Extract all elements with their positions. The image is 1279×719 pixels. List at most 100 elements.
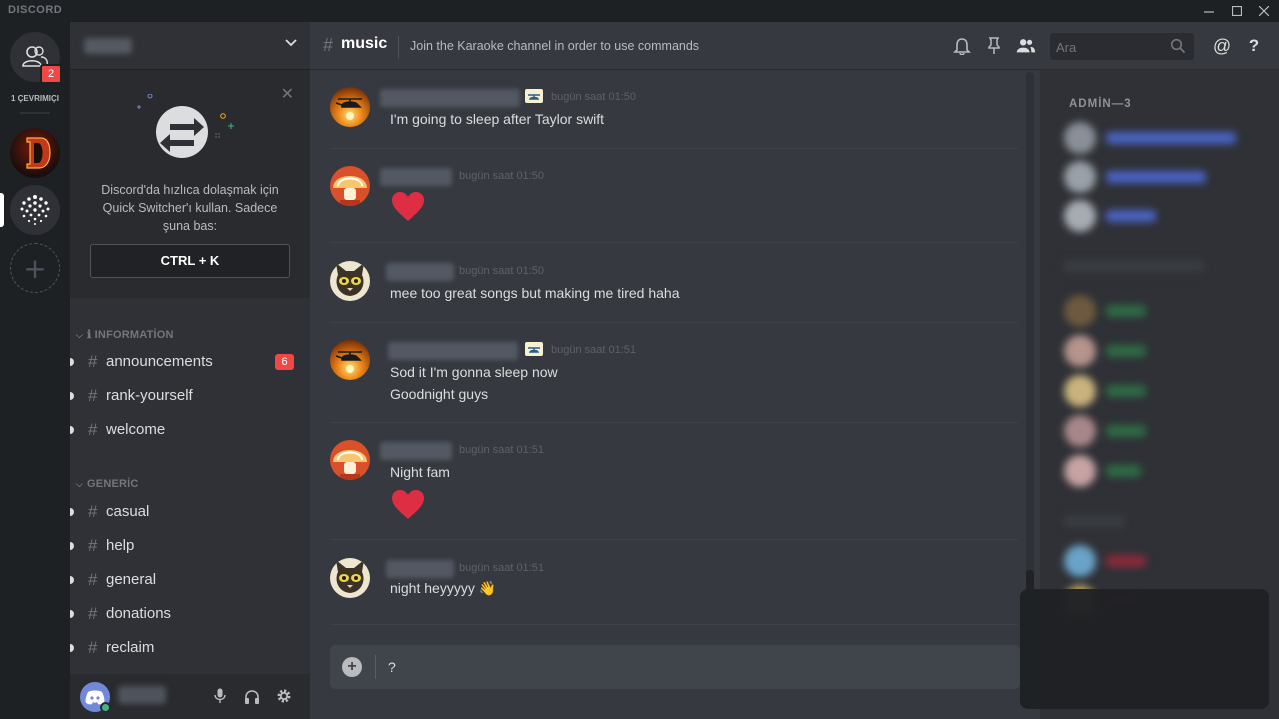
channel-reclaim[interactable]: # reclaim: [70, 633, 310, 663]
help-icon: ?: [1248, 36, 1260, 55]
cat-avatar-icon: [330, 558, 370, 598]
server-header[interactable]: [70, 22, 310, 70]
hash-icon: #: [88, 604, 98, 623]
avatar[interactable]: [330, 261, 370, 301]
server-iota[interactable]: [10, 185, 60, 235]
minimize-button[interactable]: [1197, 0, 1221, 22]
category-generic[interactable]: ⌵ GENERİC: [76, 478, 139, 490]
member-item[interactable]: [1064, 455, 1264, 489]
mute-button[interactable]: [210, 686, 230, 706]
avatar[interactable]: [330, 440, 370, 480]
mention-badge: 6: [275, 354, 294, 370]
microphone-icon: [214, 688, 226, 703]
unread-indicator: [70, 576, 74, 584]
mention-icon: @: [1212, 35, 1232, 56]
avatar[interactable]: [330, 87, 370, 127]
heart-emoji-icon: [392, 192, 424, 221]
channel-name: general: [106, 571, 157, 588]
category-label: GENERİC: [87, 478, 139, 490]
message-text: mee too great songs but making me tired …: [390, 285, 680, 301]
channel-donations[interactable]: # donations: [70, 599, 310, 629]
channel-name: announcements: [106, 353, 213, 370]
gear-icon: [277, 689, 291, 703]
hash-icon: #: [88, 420, 98, 439]
unread-indicator: [70, 358, 74, 366]
channel-general[interactable]: # general: [70, 565, 310, 595]
username-redacted[interactable]: [380, 89, 520, 107]
member-item[interactable]: [1064, 295, 1264, 329]
server-diablo[interactable]: [10, 128, 60, 178]
overlay-panel: [1020, 589, 1269, 709]
message-text: Sod it I'm gonna sleep now: [390, 364, 558, 380]
quick-switcher-shortcut[interactable]: CTRL + K: [90, 244, 290, 278]
add-server-button[interactable]: +: [10, 243, 60, 293]
search-box[interactable]: [1050, 33, 1194, 60]
member-item[interactable]: [1064, 122, 1264, 156]
channel-help[interactable]: # help: [70, 531, 310, 561]
helicopter-avatar-icon: [330, 87, 370, 127]
member-list-button[interactable]: [1014, 35, 1036, 57]
channel-casual[interactable]: # casual: [70, 497, 310, 527]
username-redacted[interactable]: [386, 263, 454, 281]
message-text: Goodnight guys: [390, 386, 489, 402]
pinned-messages-button[interactable]: [983, 35, 1005, 57]
search-input[interactable]: [1056, 38, 1166, 56]
upload-button[interactable]: +: [342, 657, 362, 677]
message-text: night heyyyyy 👋: [390, 580, 497, 596]
message-divider: [330, 148, 1018, 149]
notification-badge: 2: [40, 64, 62, 84]
message-list: bugün saat 01:50 I'm going to sleep afte…: [310, 70, 1020, 640]
timestamp: bugün saat 01:50: [551, 91, 637, 103]
message-divider: [330, 624, 1018, 625]
members-icon: [1016, 39, 1036, 53]
hash-icon: #: [88, 638, 98, 657]
avatar[interactable]: [330, 340, 370, 380]
chevron-down-icon: ⌵: [76, 479, 84, 489]
help-button[interactable]: ?: [1243, 35, 1265, 57]
app-brand: DISCORD: [8, 4, 63, 16]
member-item[interactable]: [1064, 545, 1264, 579]
mushroom-avatar-icon: [330, 166, 370, 206]
username-redacted[interactable]: [386, 560, 454, 578]
channel-announcements[interactable]: # announcements 6: [70, 347, 310, 377]
close-tip-button[interactable]: ✕: [281, 84, 294, 103]
member-item[interactable]: [1064, 335, 1264, 369]
hash-icon: #: [88, 352, 98, 371]
pin-icon: [988, 37, 1000, 54]
mentions-button[interactable]: @: [1211, 35, 1233, 57]
username-redacted[interactable]: [380, 168, 452, 186]
channel-name: casual: [106, 503, 150, 520]
unread-indicator: [70, 392, 74, 400]
message-composer: +: [330, 645, 1020, 689]
discord-window: DISCORD 2 1 ÇEVRIMIÇI + ✕ Discord'da hız…: [0, 0, 1279, 719]
deafen-button[interactable]: [242, 686, 262, 706]
close-window-button[interactable]: [1252, 0, 1276, 22]
message-divider: [330, 539, 1018, 540]
message-divider: [330, 242, 1018, 243]
member-item[interactable]: [1064, 415, 1264, 449]
message-input[interactable]: [388, 657, 988, 677]
username-redacted[interactable]: [380, 442, 452, 460]
unread-indicator: [70, 610, 74, 618]
headphones-icon: [245, 689, 259, 704]
unread-indicator: [70, 644, 74, 652]
channel-welcome[interactable]: # welcome: [70, 415, 310, 445]
channel-rank-yourself[interactable]: # rank-yourself: [70, 381, 310, 411]
notification-settings-button[interactable]: [951, 35, 973, 57]
maximize-button[interactable]: [1225, 0, 1249, 22]
member-item[interactable]: [1064, 375, 1264, 409]
rail-divider: [20, 112, 50, 114]
user-settings-button[interactable]: [274, 686, 294, 706]
avatar[interactable]: [330, 166, 370, 206]
header-divider: [398, 36, 399, 58]
hash-icon: #: [88, 536, 98, 555]
timestamp: bugün saat 01:51: [459, 562, 545, 574]
member-item[interactable]: [1064, 161, 1264, 195]
friends-button[interactable]: 2: [10, 32, 62, 84]
username-redacted[interactable]: [388, 342, 518, 360]
member-item[interactable]: [1064, 200, 1264, 234]
hash-icon: #: [323, 35, 334, 55]
avatar[interactable]: [330, 558, 370, 598]
scrollbar-track[interactable]: [1026, 72, 1034, 617]
category-information[interactable]: ⌵ ℹ INFORMATİON: [76, 328, 174, 341]
